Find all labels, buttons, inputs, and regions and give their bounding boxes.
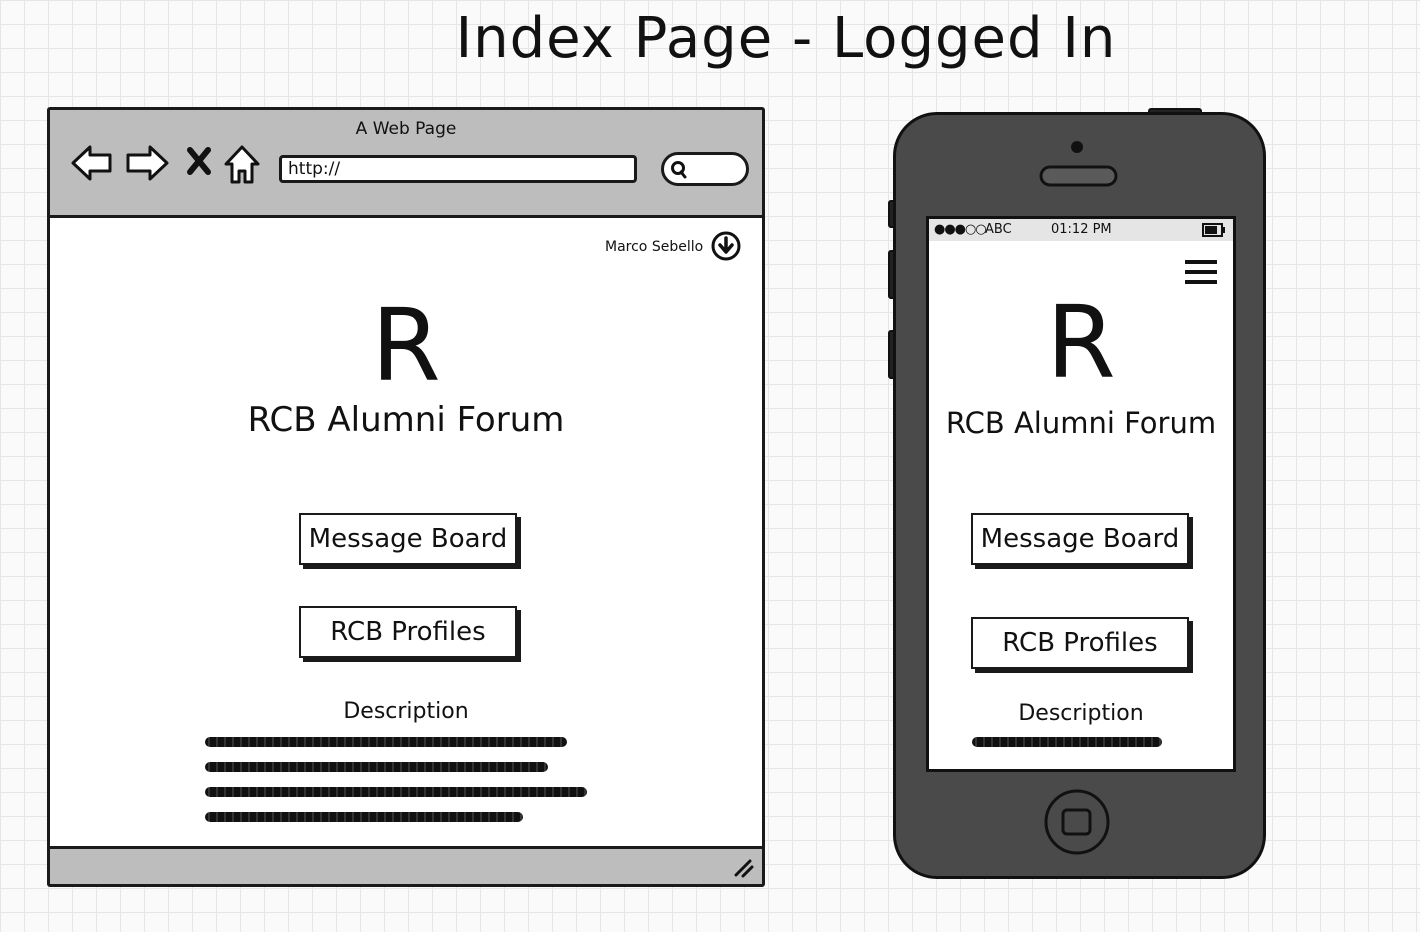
carrier-name: ABC (985, 222, 1012, 237)
search-icon (671, 161, 687, 179)
phone-rcb-profiles-button[interactable]: RCB Profiles (971, 617, 1189, 669)
back-icon[interactable] (70, 142, 114, 184)
user-name: Marco Sebello (605, 239, 704, 255)
arrow-down-circle-icon[interactable] (711, 231, 741, 261)
phone-status-bar: ●●●○○ ABC 01:12 PM (929, 219, 1233, 241)
signal-strength: ●●●○○ (934, 222, 987, 237)
resize-grip-icon[interactable] (732, 857, 756, 879)
browser-search-field[interactable] (661, 152, 749, 186)
phone-description-text (972, 737, 1162, 747)
app-name: RCB Alumni Forum (247, 400, 565, 440)
forward-icon[interactable] (124, 142, 170, 184)
description-heading: Description (343, 699, 469, 724)
hamburger-menu-icon[interactable] (1185, 259, 1217, 287)
browser-toolbar: A Web Page http:// (50, 110, 762, 218)
phone-app-name: RCB Alumni Forum (945, 406, 1217, 440)
browser-window-title: A Web Page (355, 119, 457, 139)
phone-screen: ●●●○○ ABC 01:12 PM R RCB Alumni Forum Me… (926, 216, 1236, 772)
phone-home-button[interactable] (1043, 788, 1111, 856)
phone-description-heading: Description (1018, 701, 1144, 726)
phone-logo: R (1046, 284, 1116, 401)
battery-icon (1202, 223, 1225, 237)
status-time: 01:12 PM (1051, 222, 1112, 237)
url-input[interactable]: http:// (279, 155, 637, 183)
phone-earpiece (1039, 141, 1118, 187)
browser-status-bar (50, 846, 762, 884)
logo: R (371, 287, 441, 404)
page-title: Index Page - Logged In (455, 6, 1117, 71)
close-icon[interactable] (185, 142, 213, 182)
home-icon[interactable] (222, 142, 262, 186)
phone-message-board-button[interactable]: Message Board (971, 513, 1189, 565)
rcb-profiles-button[interactable]: RCB Profiles (299, 606, 517, 658)
message-board-button[interactable]: Message Board (299, 513, 517, 565)
browser-window: A Web Page http:// Marco Sebello R RCB A… (47, 107, 765, 887)
